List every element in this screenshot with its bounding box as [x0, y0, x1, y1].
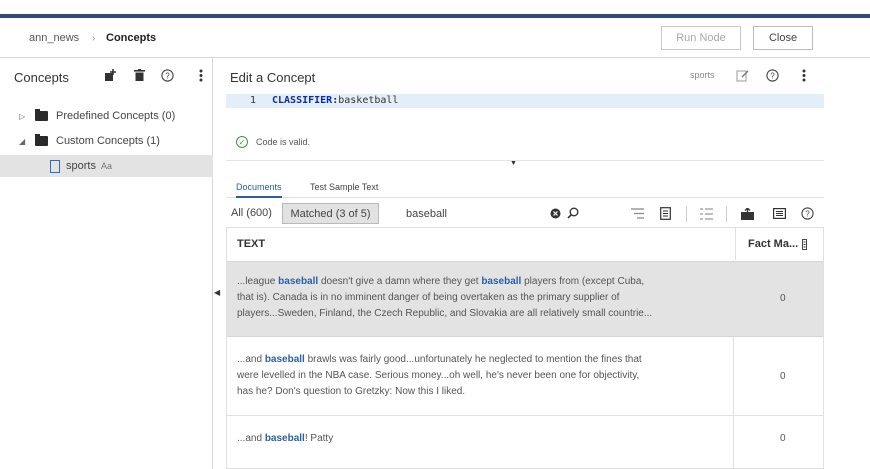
filter-list-icon[interactable] — [630, 206, 645, 221]
tree-item-predefined-concepts[interactable]: ▷ Predefined Concepts (0) — [0, 105, 213, 127]
validation-message: Code is valid. — [256, 137, 311, 147]
code-keyword: CLASSIFIER: — [272, 95, 339, 106]
table-row[interactable]: ...and baseball brawls was fairly good..… — [227, 338, 823, 416]
match-highlight: baseball — [278, 276, 319, 287]
more-options-icon[interactable] — [194, 68, 208, 82]
help-icon[interactable]: ? — [160, 68, 174, 82]
filter-all-button[interactable]: All (600) — [231, 207, 272, 219]
close-button[interactable]: Close — [753, 26, 813, 50]
run-node-button[interactable]: Run Node — [661, 26, 741, 50]
match-highlight: baseball — [264, 354, 305, 365]
text-line: players...Sweden, Finland, the Czech Rep… — [237, 308, 653, 319]
clear-search-icon[interactable] — [548, 206, 562, 220]
column-header-fact-matches[interactable]: Fact Ma... — [735, 228, 823, 260]
folder-icon — [35, 109, 48, 121]
toolbar-separator — [726, 206, 727, 222]
svg-text:?: ? — [805, 210, 810, 219]
expand-arrow-icon[interactable]: ▷ — [19, 112, 29, 121]
svg-text:?: ? — [770, 71, 775, 80]
breadcrumb-separator: › — [92, 33, 96, 44]
concepts-panel: Concepts ? ▷ Predefined Concepts (0) ◢ C… — [0, 58, 213, 469]
text-line: ...league baseball doesn't give a damn w… — [237, 276, 645, 287]
text-line: that is). Canada is in no imminent dange… — [237, 292, 620, 303]
add-concept-icon[interactable] — [103, 68, 117, 82]
edit-concept-title: Edit a Concept — [230, 70, 316, 85]
tree-item-label: sports — [66, 160, 96, 172]
tab-documents[interactable]: Documents — [236, 182, 282, 198]
edit-properties-icon[interactable] — [735, 68, 749, 82]
case-sensitive-badge: Aa — [100, 161, 112, 171]
match-highlight: baseball — [481, 276, 522, 287]
check-circle-icon: ✓ — [236, 136, 248, 148]
tree-item-custom-concepts[interactable]: ◢ Custom Concepts (1) — [0, 130, 213, 152]
edit-concept-panel: Edit a Concept sports ? 1 CLASSIFIER:bas… — [214, 58, 870, 469]
documents-table: TEXT Fact Ma... ...league baseball doesn… — [226, 227, 824, 469]
table-help-icon[interactable]: ? — [800, 206, 815, 221]
fact-match-count: 0 — [780, 433, 786, 444]
row-text-cell: ...and baseball brawls was fairly good..… — [237, 352, 723, 400]
export-icon[interactable] — [740, 206, 755, 221]
search-icon[interactable] — [566, 206, 580, 220]
filter-toolbar: All (600) Matched (3 of 5) ? — [226, 203, 824, 225]
svg-text:?: ? — [165, 71, 170, 80]
match-highlight: baseball — [264, 433, 305, 444]
tree-item-label: Predefined Concepts (0) — [56, 110, 176, 122]
fact-match-count: 0 — [780, 293, 786, 304]
text-line: has he? Don's question to Gretzky: Now t… — [237, 386, 466, 397]
code-value: basketball — [338, 95, 399, 106]
toolbar-separator — [686, 206, 687, 222]
splitter-handle-icon[interactable]: ▼ — [510, 160, 517, 167]
filter-matched-button[interactable]: Matched (3 of 5) — [282, 203, 379, 224]
document-view-icon[interactable] — [658, 206, 673, 221]
concept-file-icon — [50, 159, 60, 173]
editor-help-icon[interactable]: ? — [765, 68, 779, 82]
results-tabs: Documents Test Sample Text — [226, 178, 824, 198]
tree-item-sports[interactable]: sports Aa — [0, 155, 213, 177]
validation-status: ✓ Code is valid. — [236, 136, 310, 148]
table-row[interactable]: ...league baseball doesn't give a damn w… — [227, 261, 823, 337]
text-line: were levelled in the NBA case. Serious m… — [237, 370, 640, 381]
delete-icon[interactable] — [132, 68, 146, 82]
row-text-cell: ...and baseball! Patty — [237, 431, 723, 447]
breadcrumb-root-link[interactable]: ann_news — [29, 32, 79, 44]
table-row[interactable]: ...and baseball! Patty 0 — [227, 417, 823, 469]
code-editor[interactable]: 1 CLASSIFIER:basketball — [226, 92, 824, 126]
collapse-panel-icon[interactable]: ◀ — [214, 288, 220, 297]
line-number: 1 — [250, 95, 257, 106]
column-header-label: Fact Ma... — [748, 238, 799, 250]
collapse-arrow-icon[interactable]: ◢ — [19, 137, 29, 146]
concepts-panel-title: Concepts — [14, 70, 69, 85]
fact-match-count: 0 — [780, 371, 786, 382]
list-details-icon[interactable] — [699, 206, 714, 221]
editor-more-options-icon[interactable] — [797, 68, 811, 82]
app-top-bar — [0, 0, 870, 18]
text-line: ...and baseball! Patty — [237, 433, 334, 444]
columns-view-icon[interactable] — [772, 206, 787, 221]
folder-icon — [35, 134, 48, 146]
column-header-text[interactable]: TEXT — [237, 228, 265, 260]
code-line[interactable]: CLASSIFIER:basketball — [272, 95, 398, 106]
breadcrumb-current: Concepts — [106, 32, 157, 44]
breadcrumb-bar: ann_news › Concepts Run Node Close — [0, 18, 870, 58]
column-options-icon[interactable] — [802, 238, 808, 250]
text-line: ...and baseball brawls was fairly good..… — [237, 354, 642, 365]
row-text-cell: ...league baseball doesn't give a damn w… — [237, 274, 723, 322]
tab-test-sample-text[interactable]: Test Sample Text — [310, 182, 378, 198]
concept-tag: sports — [690, 70, 715, 80]
panel-divider — [226, 160, 824, 161]
tree-item-label: Custom Concepts (1) — [56, 135, 160, 147]
